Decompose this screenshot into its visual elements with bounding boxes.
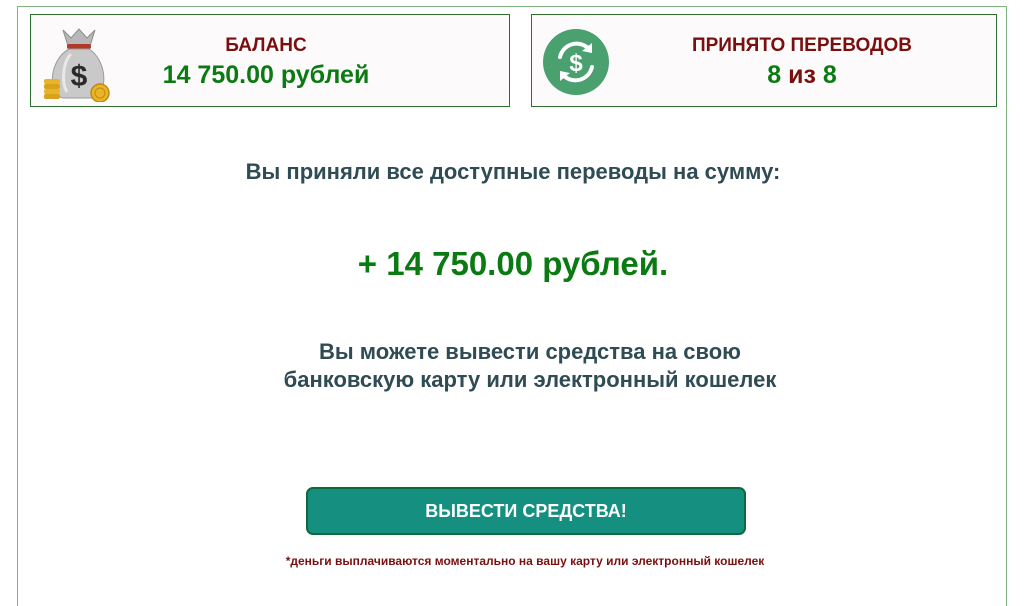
transfers-card: $ ПРИНЯТО ПЕРЕВОДОВ 8 из 8 xyxy=(531,14,997,107)
transfers-title: ПРИНЯТО ПЕРЕВОДОВ xyxy=(691,35,913,56)
withdraw-info-line1: Вы можете вывести средства на свою xyxy=(319,339,741,364)
balance-title: БАЛАНС xyxy=(225,35,307,56)
balance-card: $ БАЛАНС 14 750.00 рублей xyxy=(30,14,510,107)
svg-text:$: $ xyxy=(569,50,583,77)
transfers-accepted: 8 xyxy=(767,61,782,89)
transfers-total: 8 xyxy=(822,61,837,89)
withdraw-info-line2: банковскую карту или электронный кошелек xyxy=(283,367,777,392)
accepted-message: Вы приняли все доступные переводы на сум… xyxy=(245,159,781,184)
currency-exchange-icon: $ xyxy=(543,29,609,95)
transfers-separator: из xyxy=(788,61,816,89)
withdraw-button[interactable]: ВЫВЕСТИ СРЕДСТВА! xyxy=(306,487,746,535)
balance-value: 14 750.00 рублей xyxy=(162,61,370,89)
transfers-count: 8 из 8 xyxy=(632,61,972,90)
withdraw-info: Вы можете вывести средства на свою банко… xyxy=(0,338,1026,394)
money-bag-icon: $ xyxy=(44,28,110,102)
payout-footnote: *деньги выплачиваются моментально на ваш… xyxy=(285,554,765,568)
svg-text:$: $ xyxy=(71,60,88,93)
received-amount: + 14 750.00 рублей. xyxy=(357,245,669,282)
